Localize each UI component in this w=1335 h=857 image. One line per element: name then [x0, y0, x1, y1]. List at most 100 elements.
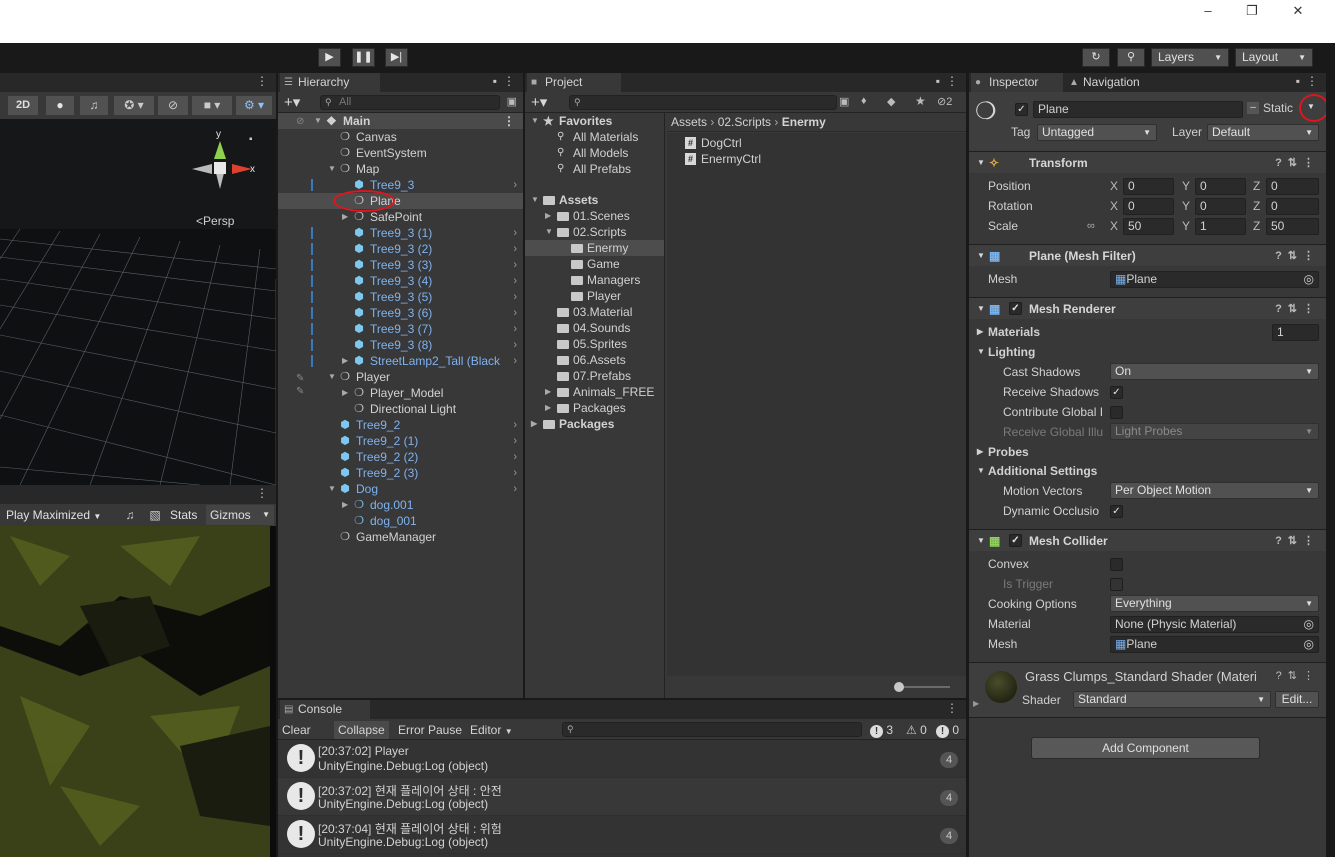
- chevron-right-icon[interactable]: ›: [513, 289, 517, 305]
- cast-shadows-dropdown[interactable]: On ▼: [1110, 363, 1319, 380]
- editor-dropdown[interactable]: Editor ▼: [466, 721, 517, 739]
- folder-item[interactable]: ▶ Packages: [525, 400, 664, 416]
- component-menu-icons[interactable]: ?⇅⋮: [1275, 245, 1320, 267]
- hierarchy-item[interactable]: ⬢ Tree9_3 ›: [278, 177, 523, 193]
- static-mixed-checkbox[interactable]: –: [1247, 102, 1259, 114]
- favorite-star-icon[interactable]: ★: [915, 94, 926, 108]
- kebab-menu-icon[interactable]: ⋮: [1306, 74, 1318, 88]
- folder-item-selected[interactable]: Enermy: [525, 240, 664, 256]
- error-pause-toggle[interactable]: Error Pause: [394, 721, 466, 739]
- hierarchy-item[interactable]: ⬢ Tree9_3 (3) ›: [278, 257, 523, 273]
- search-button[interactable]: ⚲: [1117, 48, 1145, 67]
- lock-icon[interactable]: ▪: [1296, 74, 1300, 88]
- lock-icon[interactable]: ▪: [936, 74, 940, 88]
- kebab-menu-icon[interactable]: ⋮: [256, 486, 268, 500]
- play-button[interactable]: ▶: [318, 48, 341, 67]
- stats-button[interactable]: Stats: [170, 506, 197, 524]
- scale-y-field[interactable]: 1: [1195, 218, 1246, 235]
- component-menu-icons[interactable]: ?⇅⋮: [1275, 152, 1320, 174]
- 2d-toggle[interactable]: 2D: [8, 96, 38, 115]
- folder-item[interactable]: 04.Sounds: [525, 320, 664, 336]
- console-log-row[interactable]: ! [20:37:02] Player UnityEngine.Debug:Log …: [278, 740, 966, 778]
- console-search-input[interactable]: ⚲: [562, 722, 862, 737]
- label-icon[interactable]: ◆: [887, 95, 895, 108]
- breadcrumb-current[interactable]: Enermy: [782, 115, 826, 129]
- component-menu-icons[interactable]: ?⇅⋮: [1275, 298, 1320, 320]
- folder-item[interactable]: 03.Material: [525, 304, 664, 320]
- chevron-right-icon[interactable]: ›: [513, 305, 517, 321]
- kebab-menu-icon[interactable]: ⋮: [503, 113, 515, 129]
- hierarchy-item[interactable]: ▶ ❍ SafePoint: [278, 209, 523, 225]
- persp-label[interactable]: <Persp: [196, 214, 234, 228]
- step-button[interactable]: ▶|: [385, 48, 408, 67]
- log-count-toggle[interactable]: ! 3: [866, 721, 897, 739]
- chevron-right-icon[interactable]: ›: [513, 337, 517, 353]
- hierarchy-item[interactable]: ⬢ Tree9_3 (8) ›: [278, 337, 523, 353]
- scale-x-field[interactable]: 50: [1123, 218, 1174, 235]
- assets-group[interactable]: ▼ Assets: [525, 192, 664, 208]
- warning-count-toggle[interactable]: ⚠ 0: [902, 721, 931, 739]
- layer-dropdown[interactable]: Default ▼: [1207, 124, 1319, 141]
- breadcrumb-item[interactable]: Assets: [671, 115, 707, 129]
- object-picker-icon[interactable]: ◎: [1304, 272, 1314, 287]
- folder-item[interactable]: Game: [525, 256, 664, 272]
- expand-arrow-icon[interactable]: ▶: [973, 699, 979, 708]
- project-search-input[interactable]: ⚲: [569, 95, 837, 110]
- packages-group[interactable]: ▶ Packages: [525, 416, 664, 432]
- lighting-toggle[interactable]: ●: [46, 96, 74, 115]
- history-button[interactable]: ↻: [1082, 48, 1110, 67]
- hierarchy-item[interactable]: ⬢ Tree9_2 ›: [278, 417, 523, 433]
- tab-inspector[interactable]: ● Inspector: [971, 73, 1063, 92]
- hierarchy-item[interactable]: ▶ ❍ Player_Model: [278, 385, 523, 401]
- folder-item[interactable]: ▶ 01.Scenes: [525, 208, 664, 224]
- mesh-renderer-header[interactable]: ▼ ▦ ✓ Mesh Renderer ?⇅⋮: [969, 297, 1326, 319]
- edit-shader-button[interactable]: Edit...: [1275, 691, 1319, 708]
- mesh-collider-enabled-checkbox[interactable]: ✓: [1009, 534, 1022, 547]
- visibility-toggle[interactable]: ⊘: [158, 96, 188, 115]
- position-x-field[interactable]: 0: [1123, 178, 1174, 195]
- contribute-gi-checkbox[interactable]: [1110, 406, 1123, 419]
- folder-item[interactable]: 05.Sprites: [525, 336, 664, 352]
- component-menu-icons[interactable]: ?⇅⋮: [1275, 530, 1320, 552]
- mesh-filter-header[interactable]: ▼ ▦ Plane (Mesh Filter) ?⇅⋮: [969, 244, 1326, 266]
- hierarchy-item[interactable]: ⬢ Tree9_3 (2) ›: [278, 241, 523, 257]
- hierarchy-item[interactable]: ⬢ Tree9_3 (7) ›: [278, 321, 523, 337]
- object-name-field[interactable]: Plane: [1033, 101, 1243, 118]
- mesh-object-field[interactable]: ▦Plane ◎: [1110, 271, 1319, 288]
- chevron-right-icon[interactable]: ›: [513, 257, 517, 273]
- probes-foldout[interactable]: ▶ Probes: [969, 442, 1326, 462]
- position-z-field[interactable]: 0: [1266, 178, 1319, 195]
- mesh-collider-header[interactable]: ▼ ▦ ✓ Mesh Collider ?⇅⋮: [969, 529, 1326, 551]
- materials-foldout[interactable]: ▶ Materials 1: [969, 322, 1326, 342]
- pause-button[interactable]: ❚❚: [352, 48, 375, 67]
- lock-icon[interactable]: ▪: [493, 74, 497, 88]
- convex-checkbox[interactable]: [1110, 558, 1123, 571]
- folder-item[interactable]: 06.Assets: [525, 352, 664, 368]
- hierarchy-search-input[interactable]: ⚲ All: [320, 95, 500, 110]
- hierarchy-item[interactable]: ⬢ Tree9_2 (1) ›: [278, 433, 523, 449]
- kebab-menu-icon[interactable]: ⋮: [946, 701, 958, 715]
- chevron-right-icon[interactable]: ›: [513, 353, 517, 369]
- chevron-right-icon[interactable]: ›: [513, 417, 517, 433]
- rotation-y-field[interactable]: 0: [1195, 198, 1246, 215]
- visibility-icon[interactable]: ⊘: [296, 116, 304, 127]
- minimize-icon[interactable]: –: [1198, 2, 1218, 20]
- favorite-item[interactable]: ⚲ All Models: [525, 145, 664, 161]
- rotation-z-field[interactable]: 0: [1266, 198, 1319, 215]
- chevron-right-icon[interactable]: ›: [513, 273, 517, 289]
- receive-shadows-checkbox[interactable]: ✓: [1110, 386, 1123, 399]
- chevron-right-icon[interactable]: ›: [513, 177, 517, 193]
- chevron-right-icon[interactable]: ›: [513, 225, 517, 241]
- hierarchy-item[interactable]: ⬢ Tree9_3 (4) ›: [278, 273, 523, 289]
- file-item[interactable]: # DogCtrl: [667, 135, 966, 151]
- mesh-renderer-enabled-checkbox[interactable]: ✓: [1009, 302, 1022, 315]
- hierarchy-item[interactable]: ❍ GameManager: [278, 529, 523, 545]
- kebab-menu-icon[interactable]: ⋮: [256, 74, 268, 88]
- favorite-item[interactable]: ⚲ All Prefabs: [525, 161, 664, 177]
- tab-navigation[interactable]: ▲ Navigation: [1065, 73, 1169, 92]
- mute-audio-button[interactable]: ♫: [120, 506, 140, 524]
- close-icon[interactable]: ✕: [1288, 2, 1308, 20]
- object-picker-icon[interactable]: ◎: [1304, 617, 1314, 632]
- hierarchy-item[interactable]: ❍ Directional Light: [278, 401, 523, 417]
- filter-type-icon[interactable]: ♦: [861, 95, 867, 107]
